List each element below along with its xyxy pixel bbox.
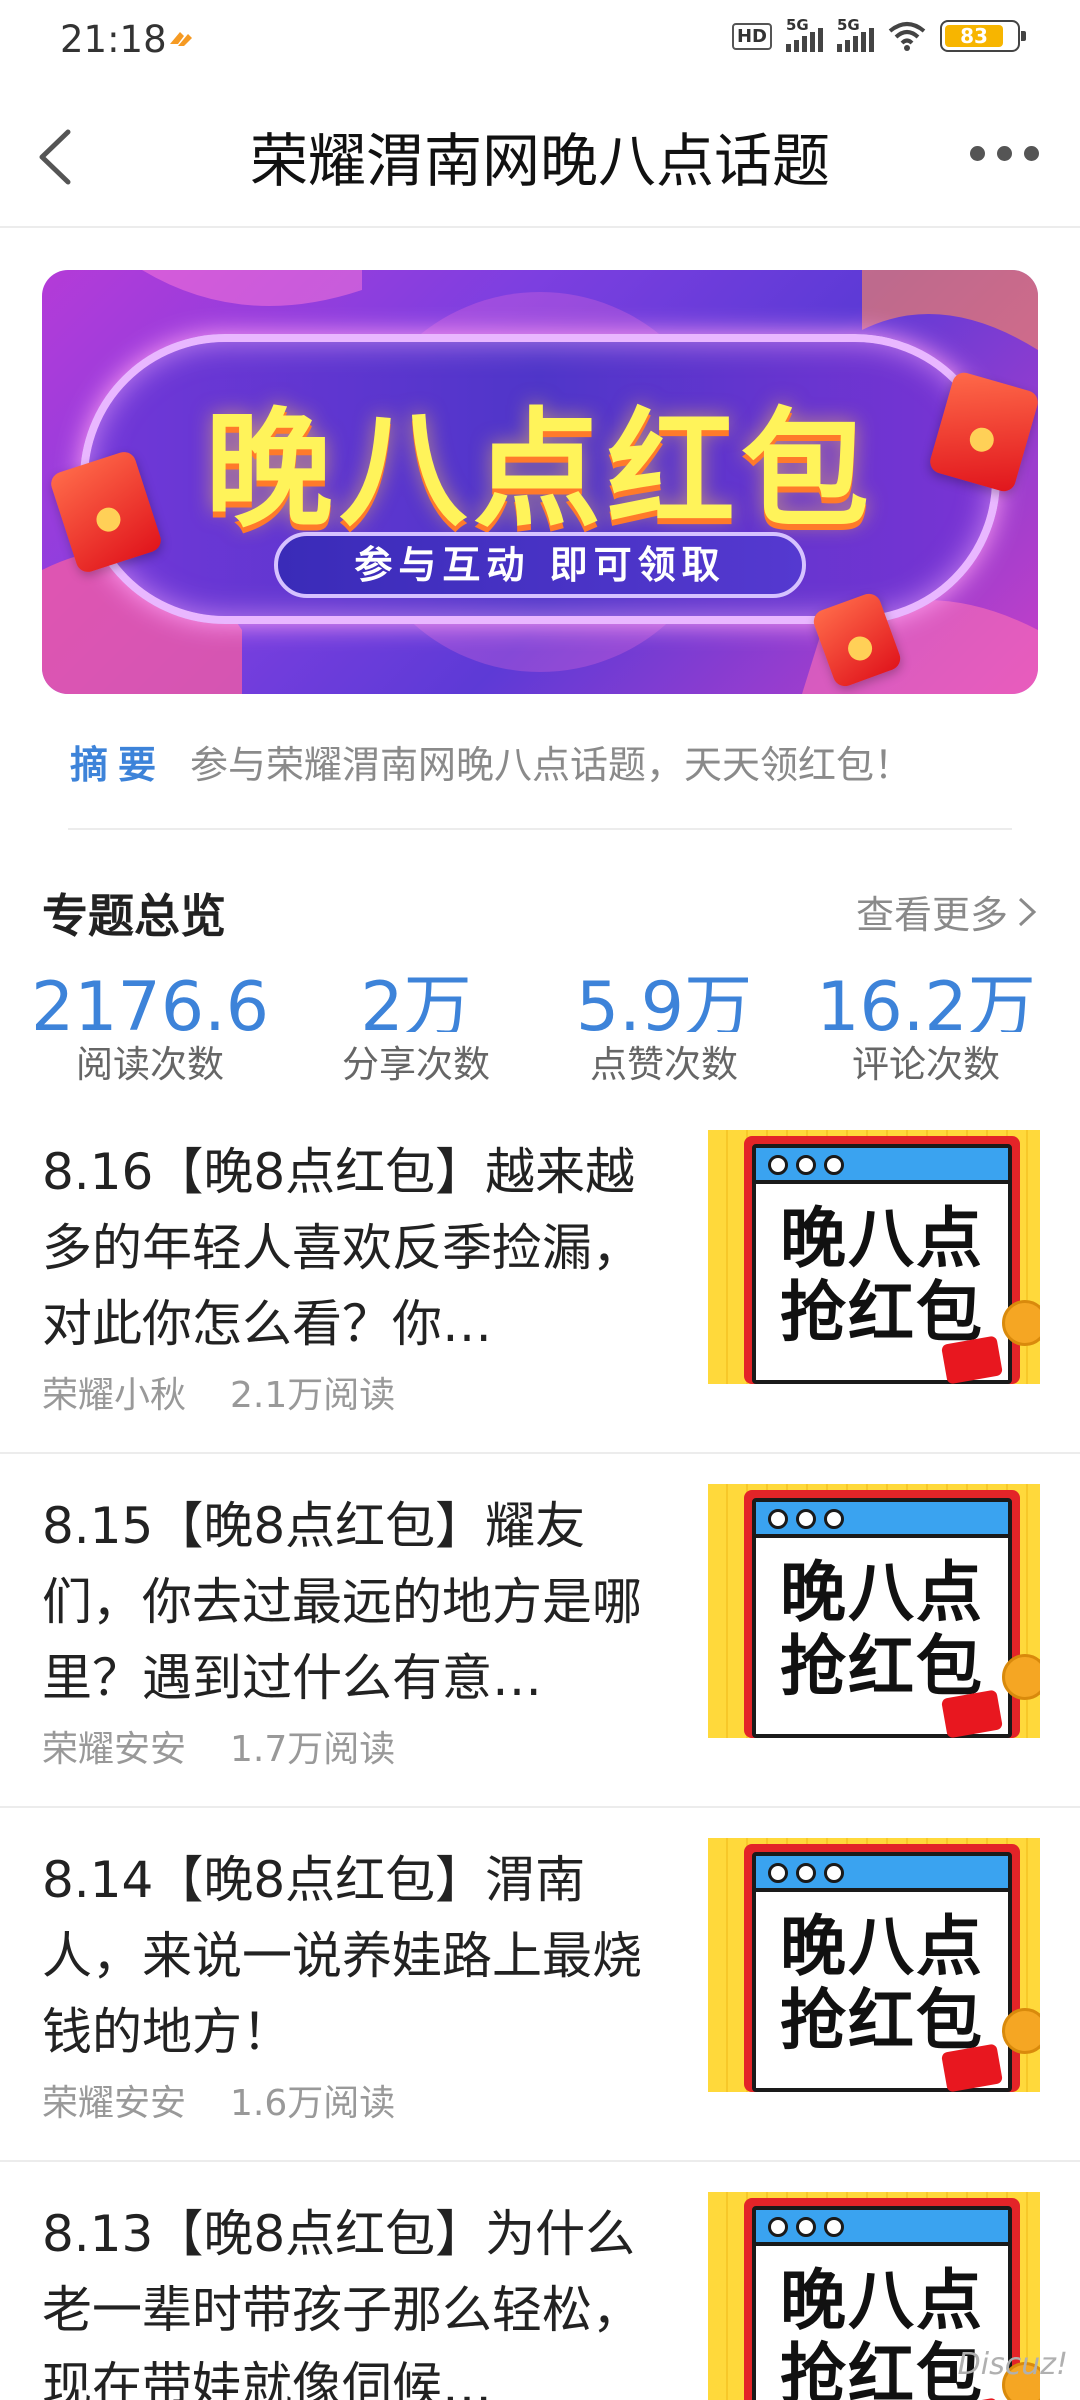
- hd-icon: HD: [731, 22, 772, 50]
- stat-value: 2万: [360, 972, 472, 1032]
- article-title: 8.13【晚8点红包】为什么老一辈时带孩子那么轻松，现在带娃就像伺候…: [42, 2205, 642, 2400]
- article-author: 荣耀安安: [42, 2083, 187, 2124]
- stat-likes: 5.9万 点赞次数: [534, 972, 794, 1088]
- stat-label: 阅读次数: [76, 1043, 224, 1086]
- wifi-icon: [888, 22, 926, 51]
- article-thumbnail: 晚八点 抢红包: [708, 1484, 1040, 1738]
- article-item[interactable]: 8.15【晚8点红包】耀友们，你去过最远的地方是哪里？遇到过什么有意… 荣耀安安 1…: [0, 1454, 1080, 1808]
- window-bar: [756, 1856, 1008, 1892]
- summary-text: 参与荣耀渭南网晚八点话题，天天领红包！: [190, 743, 913, 787]
- stat-shares: 2万 分享次数: [286, 972, 546, 1088]
- window-dot-icon: [824, 1863, 844, 1883]
- article-title: 8.14【晚8点红包】渭南人，来说一说养娃路上最烧钱的地方！: [42, 1851, 642, 2061]
- article-meta: 荣耀安安 1.7万阅读: [42, 1720, 395, 1772]
- article-author: 荣耀安安: [42, 1729, 187, 1770]
- window-dot-icon: [796, 2217, 816, 2237]
- article-reads: 2.1万阅读: [230, 1375, 396, 1416]
- window-dot-icon: [796, 1509, 816, 1529]
- window-dot-icon: [824, 1509, 844, 1529]
- status-time: 21:18: [60, 18, 167, 61]
- view-more-label: 查看更多: [855, 893, 1008, 937]
- article-item[interactable]: 8.14【晚8点红包】渭南人，来说一说养娃路上最烧钱的地方！ 荣耀安安 1.6万阅读…: [0, 1808, 1080, 2162]
- window-dot-icon: [824, 1155, 844, 1175]
- page-title: 荣耀渭南网晚八点话题: [249, 127, 830, 195]
- more-dots-icon[interactable]: [970, 138, 1050, 168]
- stat-label: 评论次数: [852, 1043, 1000, 1086]
- article-thumbnail: 晚八点 抢红包: [708, 1838, 1040, 2092]
- view-more-link[interactable]: 查看更多: [856, 884, 1038, 939]
- thumbnail-text: 晚八点 抢红包: [780, 1200, 984, 1351]
- coin-icon: [1002, 1654, 1040, 1700]
- stats-row: 2176.6 阅读次数 2万 分享次数 5.9万 点赞次数 16.2万 评论次数: [0, 972, 1080, 1092]
- article-reads: 1.7万阅读: [230, 1729, 396, 1770]
- divider: [68, 828, 1012, 830]
- window-dot-icon: [768, 1509, 788, 1529]
- promo-banner[interactable]: 晚八点红包 参与互动 即可领取: [42, 270, 1038, 694]
- signal-icon: 5G: [786, 16, 823, 52]
- stat-value: 5.9万: [575, 972, 753, 1032]
- article-thumbnail: 晚八点 抢红包: [708, 1130, 1040, 1384]
- stat-comments: 16.2万 评论次数: [796, 972, 1056, 1088]
- article-title: 8.16【晚8点红包】越来越多的年轻人喜欢反季捡漏，对此你怎么看？你…: [42, 1143, 642, 1353]
- window-dot-icon: [768, 1155, 788, 1175]
- nav-bar: 荣耀渭南网晚八点话题: [0, 80, 1080, 228]
- window-dot-icon: [796, 1155, 816, 1175]
- coin-icon: [1002, 1300, 1040, 1346]
- overview-title: 专题总览: [42, 889, 226, 943]
- window-dot-icon: [768, 1863, 788, 1883]
- summary-tag: 摘要: [70, 743, 167, 787]
- window-dot-icon: [768, 2217, 788, 2237]
- window-bar: [756, 1502, 1008, 1538]
- banner-title: 晚八点红包: [204, 396, 875, 545]
- article-reads: 1.6万阅读: [230, 2083, 396, 2124]
- article-meta: 荣耀小秋 2.1万阅读: [42, 1366, 395, 1418]
- chevron-right-icon: [1018, 897, 1037, 926]
- stat-value: 2176.6: [31, 972, 269, 1032]
- stat-label: 点赞次数: [590, 1043, 738, 1086]
- stat-reads: 2176.6 阅读次数: [20, 972, 280, 1088]
- window-dot-icon: [824, 2217, 844, 2237]
- stat-value: 16.2万: [816, 972, 1036, 1032]
- window-dot-icon: [796, 1863, 816, 1883]
- article-title: 8.15【晚8点红包】耀友们，你去过最远的地方是哪里？遇到过什么有意…: [42, 1497, 642, 1707]
- coin-icon: [1002, 2008, 1040, 2054]
- thumbnail-text: 晚八点 抢红包: [780, 1554, 984, 1705]
- article-item[interactable]: 8.13【晚8点红包】为什么老一辈时带孩子那么轻松，现在带娃就像伺候… 晚八点 抢红…: [0, 2162, 1080, 2400]
- article-meta: 荣耀安安 1.6万阅读: [42, 2074, 395, 2126]
- back-arrow-icon[interactable]: [28, 122, 88, 192]
- battery-level: 83: [960, 24, 988, 48]
- app-notification-icon: [170, 32, 192, 46]
- article-item[interactable]: 8.16【晚8点红包】越来越多的年轻人喜欢反季捡漏，对此你怎么看？你… 荣耀小秋 2…: [0, 1100, 1080, 1454]
- signal-icon-2: 5G: [837, 16, 874, 52]
- thumbnail-text: 晚八点 抢红包: [780, 1908, 984, 2059]
- summary: 摘要 参与荣耀渭南网晚八点话题，天天领红包！: [70, 734, 1020, 794]
- status-bar: 21:18 HD 5G 5G 83: [0, 0, 1080, 80]
- stat-label: 分享次数: [342, 1043, 490, 1086]
- article-author: 荣耀小秋: [42, 1375, 187, 1416]
- battery-icon: 83: [940, 20, 1026, 52]
- window-bar: [756, 2210, 1008, 2246]
- banner-subtitle: 参与互动 即可领取: [274, 532, 806, 598]
- watermark: Discuz!: [957, 2347, 1068, 2382]
- window-bar: [756, 1148, 1008, 1184]
